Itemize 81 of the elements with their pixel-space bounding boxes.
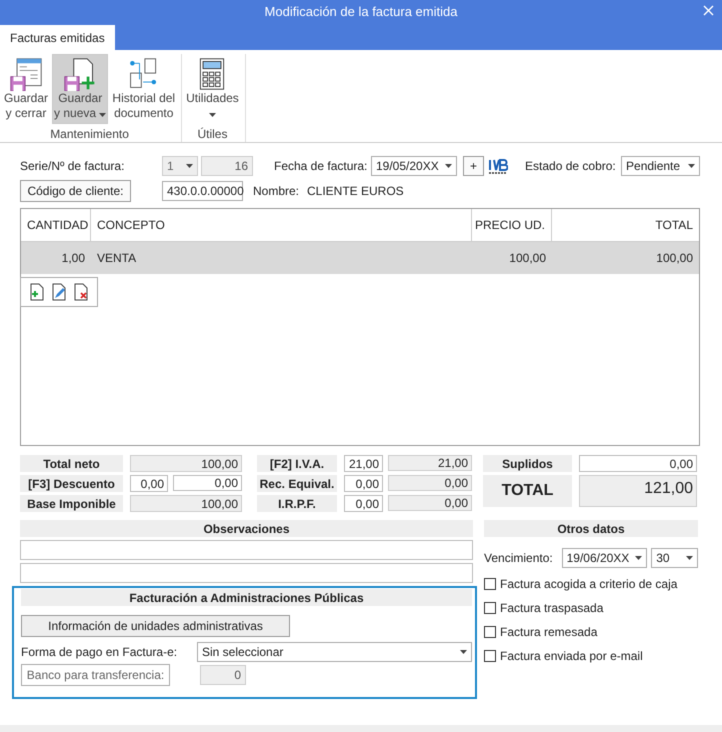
column-header: CONCEPTO <box>91 209 472 241</box>
amount-field[interactable]: 0,00 <box>579 455 697 472</box>
amount-field[interactable]: 0,00 <box>344 475 383 492</box>
days-select[interactable]: 30 <box>651 548 698 568</box>
checkbox[interactable]: Factura enviada por e-mail <box>484 644 698 668</box>
total-amount: 121,00 <box>579 475 697 507</box>
checkbox-box[interactable] <box>484 650 496 662</box>
section-header: Observaciones <box>20 520 473 537</box>
ribbon-button[interactable]: Guardar y nueva <box>52 54 108 124</box>
caret-icon <box>688 164 696 168</box>
table-cell-text: 1,00 <box>60 250 86 267</box>
notes-field[interactable] <box>20 540 473 560</box>
column-header: CANTIDAD <box>21 209 91 241</box>
add-line-icon[interactable] <box>29 283 45 301</box>
checkbox-box[interactable] <box>484 602 496 614</box>
amount-field[interactable]: 0,00 <box>344 495 383 512</box>
add-button[interactable]: + <box>463 156 484 176</box>
checkbox[interactable]: Factura traspasada <box>484 596 698 620</box>
total-label: Suplidos <box>483 455 572 472</box>
field-label: Fecha de factura: <box>274 159 368 173</box>
checkbox-label: Factura acogida a criterio de caja <box>500 577 678 591</box>
ribbon-button[interactable]: Historial del documento <box>110 54 178 124</box>
client-code-button[interactable]: Código de cliente: <box>20 180 131 202</box>
due-date-select[interactable]: 19/06/20XX <box>562 548 648 568</box>
checkbox-box[interactable] <box>484 578 496 590</box>
logo-icon <box>488 157 508 175</box>
checkbox-label: Factura remesada <box>500 625 598 639</box>
field-label: Estado de cobro: <box>525 159 617 173</box>
column-header: PRECIO UD. <box>472 209 552 241</box>
notes-field[interactable] <box>20 563 473 583</box>
section-header: Facturación a Administraciones Públicas <box>21 589 472 606</box>
edit-line-icon[interactable] <box>51 283 67 301</box>
payment-method-select[interactable]: Sin seleccionar <box>197 642 472 662</box>
client-code-field[interactable]: 430.0.0.00000 <box>162 181 243 201</box>
field-label: Nombre: <box>253 184 300 198</box>
checkbox[interactable]: Factura remesada <box>484 620 698 644</box>
total-label: Total neto <box>20 455 123 472</box>
checkbox-label: Factura traspasada <box>500 601 604 615</box>
date-select[interactable]: 19/05/20XX <box>371 156 457 176</box>
table-cell-text: VENTA <box>96 250 138 267</box>
table-row[interactable]: 1,00 VENTA 100,00 100,00 <box>21 242 699 274</box>
total-label: Base Imponible <box>20 495 123 512</box>
caret-icon <box>635 556 642 560</box>
window-title: Modificación de la factura emitida <box>264 4 458 18</box>
table-cell-text: 100,00 <box>508 250 547 267</box>
group-label: Mantenimiento <box>49 127 130 141</box>
checkbox-label: Factura enviada por e-mail <box>500 649 643 663</box>
total-label: TOTAL <box>483 475 572 507</box>
caret-icon <box>186 164 193 168</box>
amount-display: 0,00 <box>388 495 472 511</box>
ribbon-tab[interactable]: Facturas emitidas <box>0 25 115 50</box>
ribbon-button[interactable]: Guardar y cerrar <box>2 54 50 124</box>
status-select[interactable]: Pendiente <box>621 156 700 176</box>
checkbox-box[interactable] <box>484 626 496 638</box>
field-label: Forma de pago en Factura-e: <box>21 645 178 659</box>
amount-field[interactable]: 0,00 <box>173 475 242 491</box>
amount-display: 21,00 <box>388 455 472 471</box>
total-label: [F3] Descuento <box>20 475 123 492</box>
section-header: Otros datos <box>484 520 698 537</box>
amount-field[interactable]: 21,00 <box>344 455 383 472</box>
group-label: Útiles <box>196 127 228 141</box>
field-label: Serie/Nº de factura: <box>20 159 126 173</box>
caret-icon <box>445 164 452 168</box>
close-icon[interactable] <box>703 5 714 16</box>
checkbox[interactable]: Factura acogida a criterio de caja <box>484 572 698 596</box>
amount-display: 0,00 <box>388 475 472 491</box>
field-label: Vencimiento: <box>484 551 554 565</box>
caret-icon <box>686 556 694 560</box>
table-cell-text: 100,00 <box>655 250 694 267</box>
total-label: [F2] I.V.A. <box>257 455 337 472</box>
admin-units-button[interactable]: Información de unidades administrativas <box>21 615 290 637</box>
amount-display: 100,00 <box>130 495 242 512</box>
ribbon-button[interactable]: Utilidades <box>184 54 241 124</box>
amount-field[interactable]: 0,00 <box>130 475 168 492</box>
client-name: CLIENTE EUROS <box>307 184 404 198</box>
total-label: Rec. Equival. <box>257 475 337 492</box>
caret-icon <box>460 650 467 654</box>
delete-line-icon[interactable] <box>73 283 89 301</box>
amount-display: 100,00 <box>130 455 242 472</box>
column-header: TOTAL <box>654 217 694 234</box>
total-label: I.R.P.F. <box>257 495 337 512</box>
